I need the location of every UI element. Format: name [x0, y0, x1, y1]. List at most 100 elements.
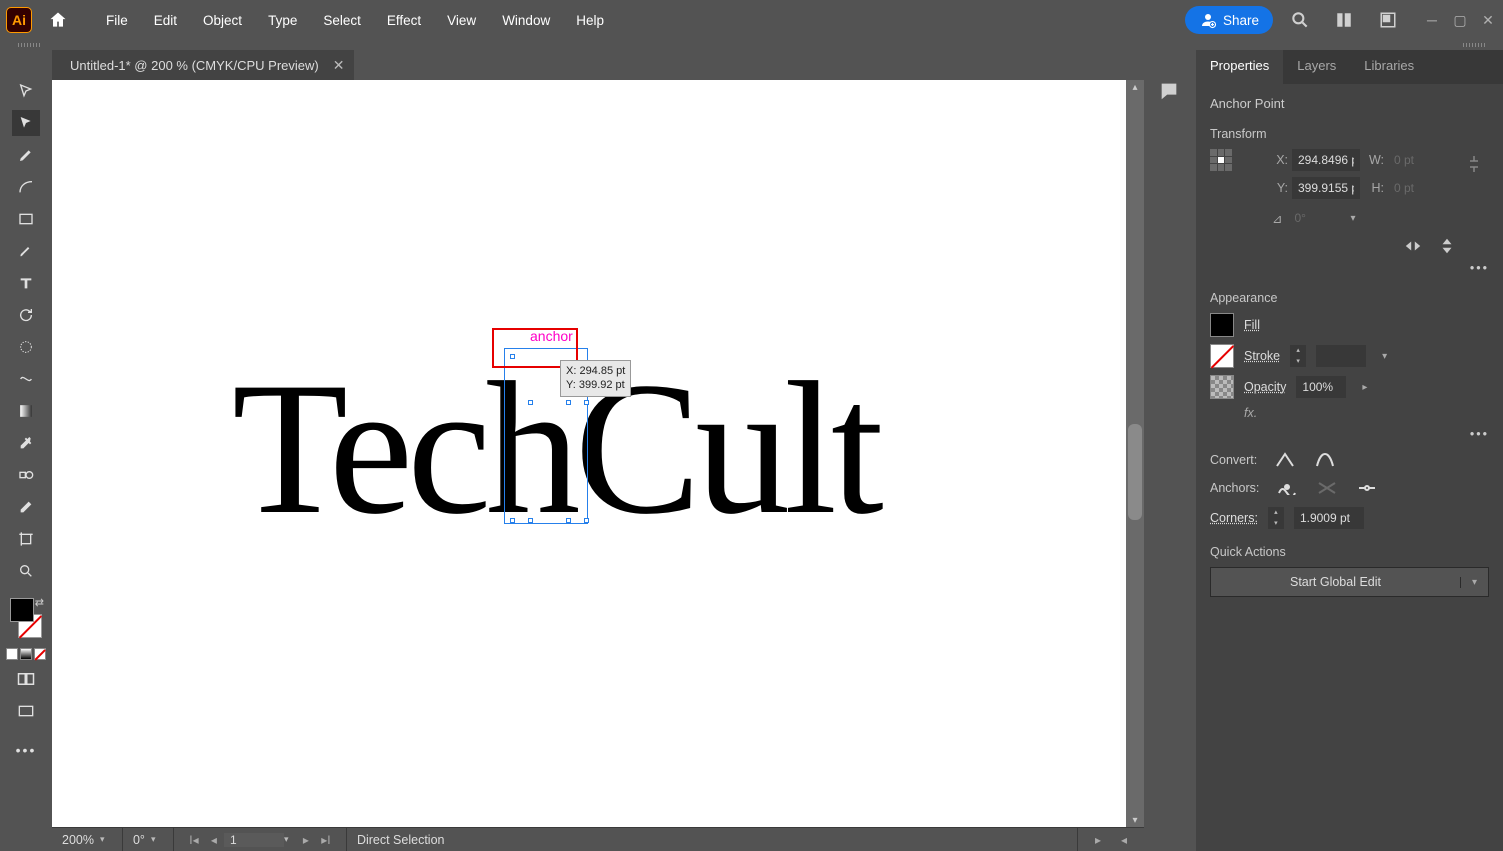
- scrollbar-vertical[interactable]: ▴ ▾: [1126, 80, 1144, 827]
- gradient-mode-icon[interactable]: [20, 648, 32, 660]
- zoom-tool-icon[interactable]: [12, 558, 40, 584]
- selection-tool-icon[interactable]: [12, 78, 40, 104]
- menu-help[interactable]: Help: [564, 7, 616, 34]
- tab-properties[interactable]: Properties: [1196, 50, 1283, 84]
- arrange-docs-icon[interactable]: [1327, 3, 1361, 37]
- stroke-swatch-icon[interactable]: [1210, 344, 1234, 368]
- share-button[interactable]: Share: [1185, 6, 1273, 34]
- fill-stroke-swatch[interactable]: ⇄: [6, 596, 46, 640]
- anchor-point[interactable]: [566, 518, 571, 523]
- fill-label[interactable]: Fill: [1244, 318, 1260, 332]
- more-options-icon[interactable]: •••: [1210, 427, 1489, 441]
- eyedropper-tool-icon[interactable]: [12, 430, 40, 456]
- corners-stepper[interactable]: ▴▾: [1268, 507, 1284, 529]
- convert-smooth-icon[interactable]: [1313, 451, 1337, 469]
- curvature-tool-icon[interactable]: [12, 174, 40, 200]
- cut-path-icon[interactable]: [1355, 479, 1379, 497]
- pen-tool-icon[interactable]: [12, 142, 40, 168]
- type-tool-icon[interactable]: [12, 270, 40, 296]
- screen-mode-icon[interactable]: [12, 698, 40, 724]
- next-artboard-icon[interactable]: ▸: [296, 830, 316, 850]
- minimize-icon[interactable]: ─: [1423, 11, 1441, 29]
- paintbrush-tool-icon[interactable]: [12, 238, 40, 264]
- flip-vertical-icon[interactable]: [1435, 237, 1459, 255]
- menu-edit[interactable]: Edit: [142, 7, 189, 34]
- artboard-tool-icon[interactable]: [12, 526, 40, 552]
- chevron-down-icon[interactable]: ▾: [100, 834, 112, 845]
- chevron-down-icon[interactable]: ▾: [1376, 351, 1393, 362]
- convert-corner-icon[interactable]: [1273, 451, 1297, 469]
- stroke-weight-stepper[interactable]: ▴▾: [1290, 345, 1306, 367]
- constrain-proportions-icon[interactable]: [1459, 149, 1489, 179]
- menu-view[interactable]: View: [435, 7, 488, 34]
- opacity-swatch-icon[interactable]: [1210, 375, 1234, 399]
- anchor-point[interactable]: [566, 400, 571, 405]
- start-global-edit-button[interactable]: Start Global Edit ▾: [1210, 567, 1489, 597]
- chevron-down-icon[interactable]: ▾: [284, 834, 296, 845]
- opacity-label[interactable]: Opacity: [1244, 380, 1286, 394]
- close-icon[interactable]: ✕: [1479, 11, 1497, 29]
- stroke-weight-input[interactable]: [1316, 345, 1366, 367]
- more-options-icon[interactable]: •••: [1210, 261, 1489, 275]
- opacity-input[interactable]: [1296, 376, 1346, 398]
- flip-horizontal-icon[interactable]: [1401, 237, 1425, 255]
- anchor-point[interactable]: [528, 400, 533, 405]
- home-icon[interactable]: [42, 4, 74, 36]
- menu-window[interactable]: Window: [490, 7, 562, 34]
- draw-mode-icon[interactable]: [12, 666, 40, 692]
- fill-swatch-icon[interactable]: [1210, 313, 1234, 337]
- eraser-tool-icon[interactable]: [12, 494, 40, 520]
- zoom-level[interactable]: 200% ▾: [52, 828, 123, 851]
- scroll-right-icon[interactable]: ▸: [1088, 830, 1108, 850]
- menu-effect[interactable]: Effect: [375, 7, 433, 34]
- maximize-icon[interactable]: ▢: [1451, 11, 1469, 29]
- anchor-point[interactable]: [528, 518, 533, 523]
- corners-input[interactable]: [1294, 507, 1364, 529]
- comments-icon[interactable]: [1158, 80, 1182, 104]
- blend-tool-icon[interactable]: [12, 462, 40, 488]
- shape-builder-tool-icon[interactable]: [12, 334, 40, 360]
- scrollbar-thumb[interactable]: [1128, 424, 1142, 520]
- x-input[interactable]: [1292, 149, 1360, 171]
- corners-label[interactable]: Corners:: [1210, 511, 1258, 525]
- anchor-point[interactable]: [510, 518, 515, 523]
- rectangle-tool-icon[interactable]: [12, 206, 40, 232]
- reference-point-widget[interactable]: [1210, 149, 1232, 171]
- tab-libraries[interactable]: Libraries: [1350, 50, 1428, 84]
- menu-type[interactable]: Type: [256, 7, 309, 34]
- chevron-right-icon[interactable]: ▸: [1356, 382, 1373, 393]
- anchor-point[interactable]: [584, 400, 589, 405]
- direct-selection-tool-icon[interactable]: [12, 110, 40, 136]
- document-tab[interactable]: Untitled-1* @ 200 % (CMYK/CPU Preview) ✕: [52, 50, 354, 80]
- width-tool-icon[interactable]: [12, 366, 40, 392]
- anchor-point[interactable]: [584, 518, 589, 523]
- chevron-down-icon[interactable]: ▾: [151, 834, 163, 845]
- fill-swatch[interactable]: [10, 598, 34, 622]
- rotate-tool-icon[interactable]: [12, 302, 40, 328]
- stroke-label[interactable]: Stroke: [1244, 349, 1280, 363]
- y-input[interactable]: [1292, 177, 1360, 199]
- artboard-number[interactable]: 1: [224, 833, 284, 847]
- first-artboard-icon[interactable]: I◂: [184, 830, 204, 850]
- gradient-tool-icon[interactable]: [12, 398, 40, 424]
- scroll-up-icon[interactable]: ▴: [1126, 80, 1144, 94]
- none-mode-icon[interactable]: [34, 648, 46, 660]
- scroll-down-icon[interactable]: ▾: [1126, 813, 1144, 827]
- last-artboard-icon[interactable]: ▸I: [316, 830, 336, 850]
- tab-close-icon[interactable]: ✕: [333, 57, 345, 74]
- canvas[interactable]: TechCult anchor X: 294.85 pt Y: 399.92 p…: [52, 80, 1144, 827]
- remove-anchor-icon[interactable]: [1275, 479, 1299, 497]
- color-mode-icon[interactable]: [6, 648, 18, 660]
- chevron-down-icon[interactable]: ▾: [1344, 213, 1361, 224]
- swap-fill-stroke-icon[interactable]: ⇄: [35, 596, 44, 609]
- tab-layers[interactable]: Layers: [1283, 50, 1350, 84]
- edit-toolbar-icon[interactable]: •••: [16, 742, 37, 758]
- fx-label[interactable]: fx.: [1244, 406, 1257, 420]
- chevron-down-icon[interactable]: ▾: [1460, 577, 1488, 588]
- scroll-left-icon[interactable]: ◂: [1114, 830, 1134, 850]
- rotation-view[interactable]: 0° ▾: [123, 828, 174, 851]
- menu-object[interactable]: Object: [191, 7, 254, 34]
- menu-file[interactable]: File: [94, 7, 140, 34]
- menu-select[interactable]: Select: [311, 7, 373, 34]
- prev-artboard-icon[interactable]: ◂: [204, 830, 224, 850]
